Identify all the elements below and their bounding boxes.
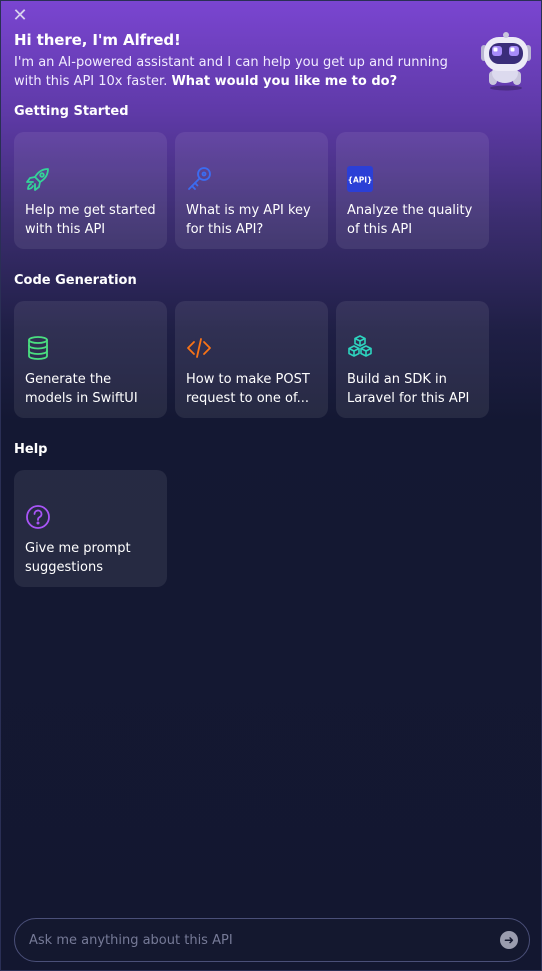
card-label: Analyze the quality of this API [347,203,473,237]
page-title: Hi there, I'm Alfred! [14,31,181,49]
getting-started-cards: Help me get started with this API What i… [14,132,489,249]
database-icon [28,336,48,360]
card-api-key[interactable]: What is my API key for this API? [175,132,328,249]
card-label: Help me get started with this API [25,203,156,237]
question-circle-icon [26,505,50,529]
card-label: How to make POST request to one of... [186,372,310,406]
card-label: Generate the models in SwiftUI [25,372,138,406]
card-label: Give me prompt suggestions [25,541,131,575]
robot-mascot-icon [481,32,531,91]
intro-question: What would you like me to do? [171,74,398,89]
close-button[interactable]: ✕ [11,7,29,25]
rocket-icon [26,168,49,191]
ask-input[interactable] [15,918,500,962]
section-title-help: Help [14,442,48,457]
card-analyze-quality[interactable]: {API} Analyze the quality of this API [336,132,489,249]
code-generation-cards: Generate the models in SwiftUI How to ma… [14,301,489,418]
section-title-code-generation: Code Generation [14,273,137,288]
send-button[interactable]: ➜ [500,931,518,949]
key-icon [188,167,211,190]
card-build-sdk[interactable]: Build an SDK in Laravel for this API [336,301,489,418]
code-icon [187,338,211,358]
card-help-me-get-started[interactable]: Help me get started with this API [14,132,167,249]
card-label: What is my API key for this API? [186,203,311,237]
ask-bar: ➜ [14,918,530,962]
help-cards: Give me prompt suggestions [14,470,167,587]
api-icon: {API} [347,166,373,192]
card-generate-models[interactable]: Generate the models in SwiftUI [14,301,167,418]
intro-text: I'm an AI-powered assistant and I can he… [14,53,469,91]
section-title-getting-started: Getting Started [14,104,129,119]
card-prompt-suggestions[interactable]: Give me prompt suggestions [14,470,167,587]
card-post-request[interactable]: How to make POST request to one of... [175,301,328,418]
alfred-assistant-panel: ✕ Hi there, I'm Alfred! I'm an AI-powere… [0,0,542,971]
card-label: Build an SDK in Laravel for this API [347,372,470,406]
cubes-icon [348,335,372,357]
svg-text:{API}: {API} [348,176,373,185]
